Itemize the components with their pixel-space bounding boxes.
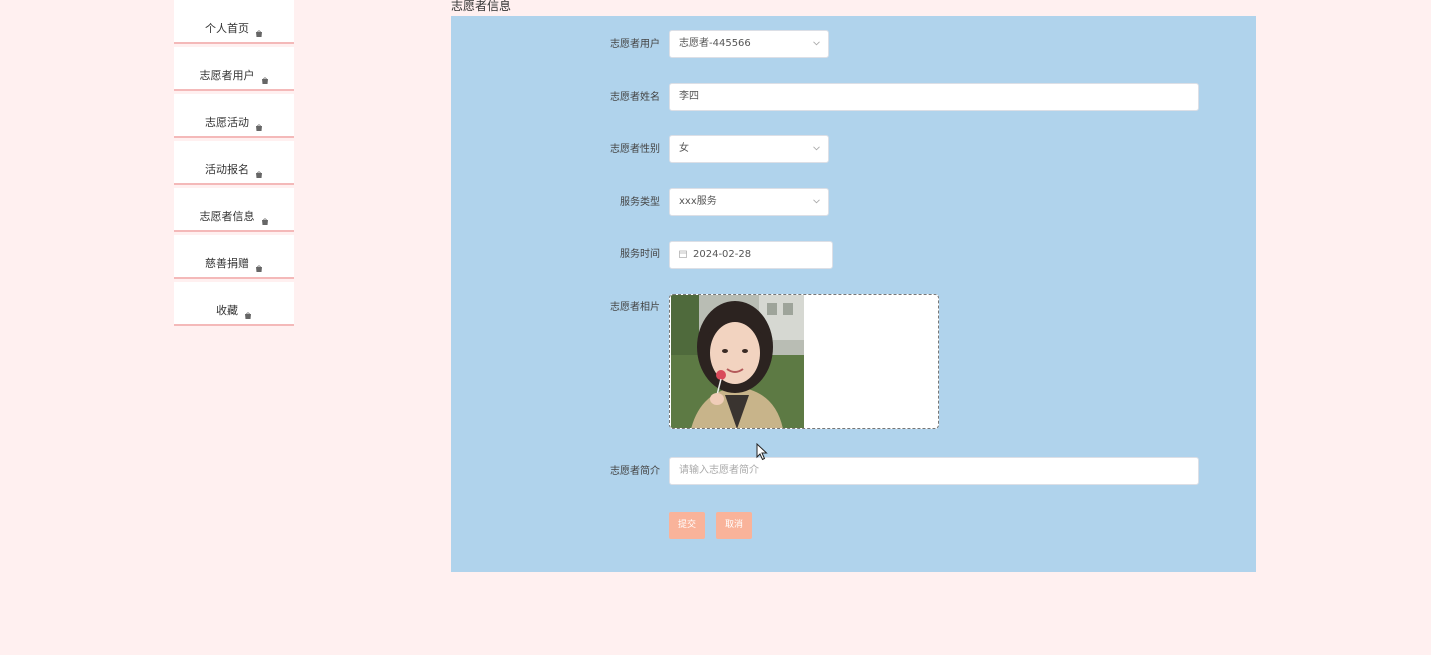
sidebar-item-charity-donation[interactable]: 慈善捐赠 (174, 235, 294, 279)
intro-placeholder: 请输入志愿者简介 (679, 465, 759, 476)
bag-icon (255, 124, 263, 131)
sidebar-item-label: 志愿者用户 (199, 69, 255, 82)
sidebar-item-label: 志愿者信息 (199, 210, 255, 223)
bag-icon (255, 265, 263, 272)
name-input-value: 李四 (679, 91, 699, 102)
chevron-down-icon (813, 41, 820, 46)
sidebar-item-volunteer-info[interactable]: 志愿者信息 (174, 188, 294, 232)
user-select[interactable]: 志愿者-445566 (669, 30, 829, 58)
sidebar-item-label: 慈善捐赠 (205, 257, 249, 270)
name-label: 志愿者姓名 (610, 92, 660, 103)
chevron-down-icon (813, 199, 820, 204)
sidebar-item-label: 收藏 (216, 304, 238, 317)
photo-label: 志愿者相片 (610, 302, 660, 313)
sidebar-item-volunteer-users[interactable]: 志愿者用户 (174, 47, 294, 91)
sidebar-item-volunteer-activities[interactable]: 志愿活动 (174, 94, 294, 138)
sidebar-item-label: 个人首页 (205, 22, 249, 35)
sidebar-item-home[interactable]: 个人首页 (174, 0, 294, 44)
user-label: 志愿者用户 (610, 39, 660, 50)
user-select-value: 志愿者-445566 (679, 38, 751, 49)
bag-icon (255, 30, 263, 37)
sidebar-item-favorites[interactable]: 收藏 (174, 282, 294, 326)
service-time-value: 2024-02-28 (693, 249, 752, 260)
volunteer-photo (671, 295, 804, 428)
bag-icon (261, 218, 269, 225)
photo-upload[interactable] (669, 294, 939, 429)
submit-button[interactable]: 提交 (669, 512, 705, 539)
service-time-date-picker[interactable]: 2024-02-28 (669, 241, 833, 269)
volunteer-form: 志愿者用户 志愿者-445566 志愿者姓名 李四 志愿者性别 女 服务类型 x… (451, 16, 1256, 572)
intro-input[interactable]: 请输入志愿者简介 (669, 457, 1199, 485)
sidebar-item-label: 活动报名 (205, 163, 249, 176)
bag-icon (244, 312, 252, 319)
gender-select-value: 女 (679, 143, 689, 154)
calendar-icon (679, 250, 687, 258)
sidebar-item-activity-signup[interactable]: 活动报名 (174, 141, 294, 185)
service-time-label: 服务时间 (620, 249, 660, 260)
chevron-down-icon (813, 146, 820, 151)
intro-label: 志愿者简介 (610, 466, 660, 477)
sidebar-menu: 个人首页 志愿者用户 志愿活动 活动报名 志愿者信息 慈善捐赠 收藏 (174, 0, 294, 329)
name-input[interactable]: 李四 (669, 83, 1199, 111)
cancel-button[interactable]: 取消 (716, 512, 752, 539)
service-type-select[interactable]: xxx服务 (669, 188, 829, 216)
gender-select[interactable]: 女 (669, 135, 829, 163)
bag-icon (255, 171, 263, 178)
mouse-cursor-icon (756, 443, 768, 461)
sidebar-item-label: 志愿活动 (205, 116, 249, 129)
service-type-label: 服务类型 (620, 197, 660, 208)
bag-icon (261, 77, 269, 84)
service-type-select-value: xxx服务 (679, 196, 717, 207)
page-title: 志愿者信息 (451, 0, 512, 13)
gender-label: 志愿者性别 (610, 144, 660, 155)
